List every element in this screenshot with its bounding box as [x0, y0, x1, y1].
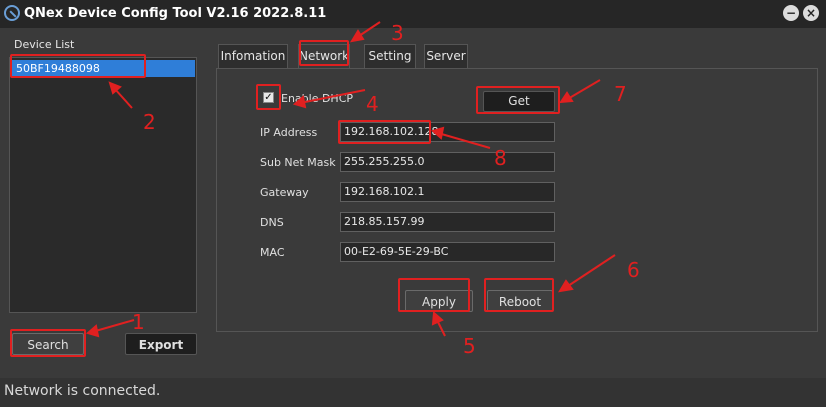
annotation-number-5: 5: [463, 334, 476, 358]
annotation-number-1: 1: [132, 310, 145, 334]
annotation-number-7: 7: [614, 82, 627, 106]
annotation-arrows: [85, 21, 616, 338]
app-window: QNex Device Config Tool V2.16 2022.8.11 …: [0, 0, 826, 407]
annotation-number-8: 8: [494, 146, 507, 170]
annotation-number-6: 6: [627, 258, 640, 282]
annotation-number-4: 4: [366, 92, 379, 116]
annotation-number-3: 3: [391, 21, 404, 45]
annotation-number-2: 2: [143, 110, 156, 134]
